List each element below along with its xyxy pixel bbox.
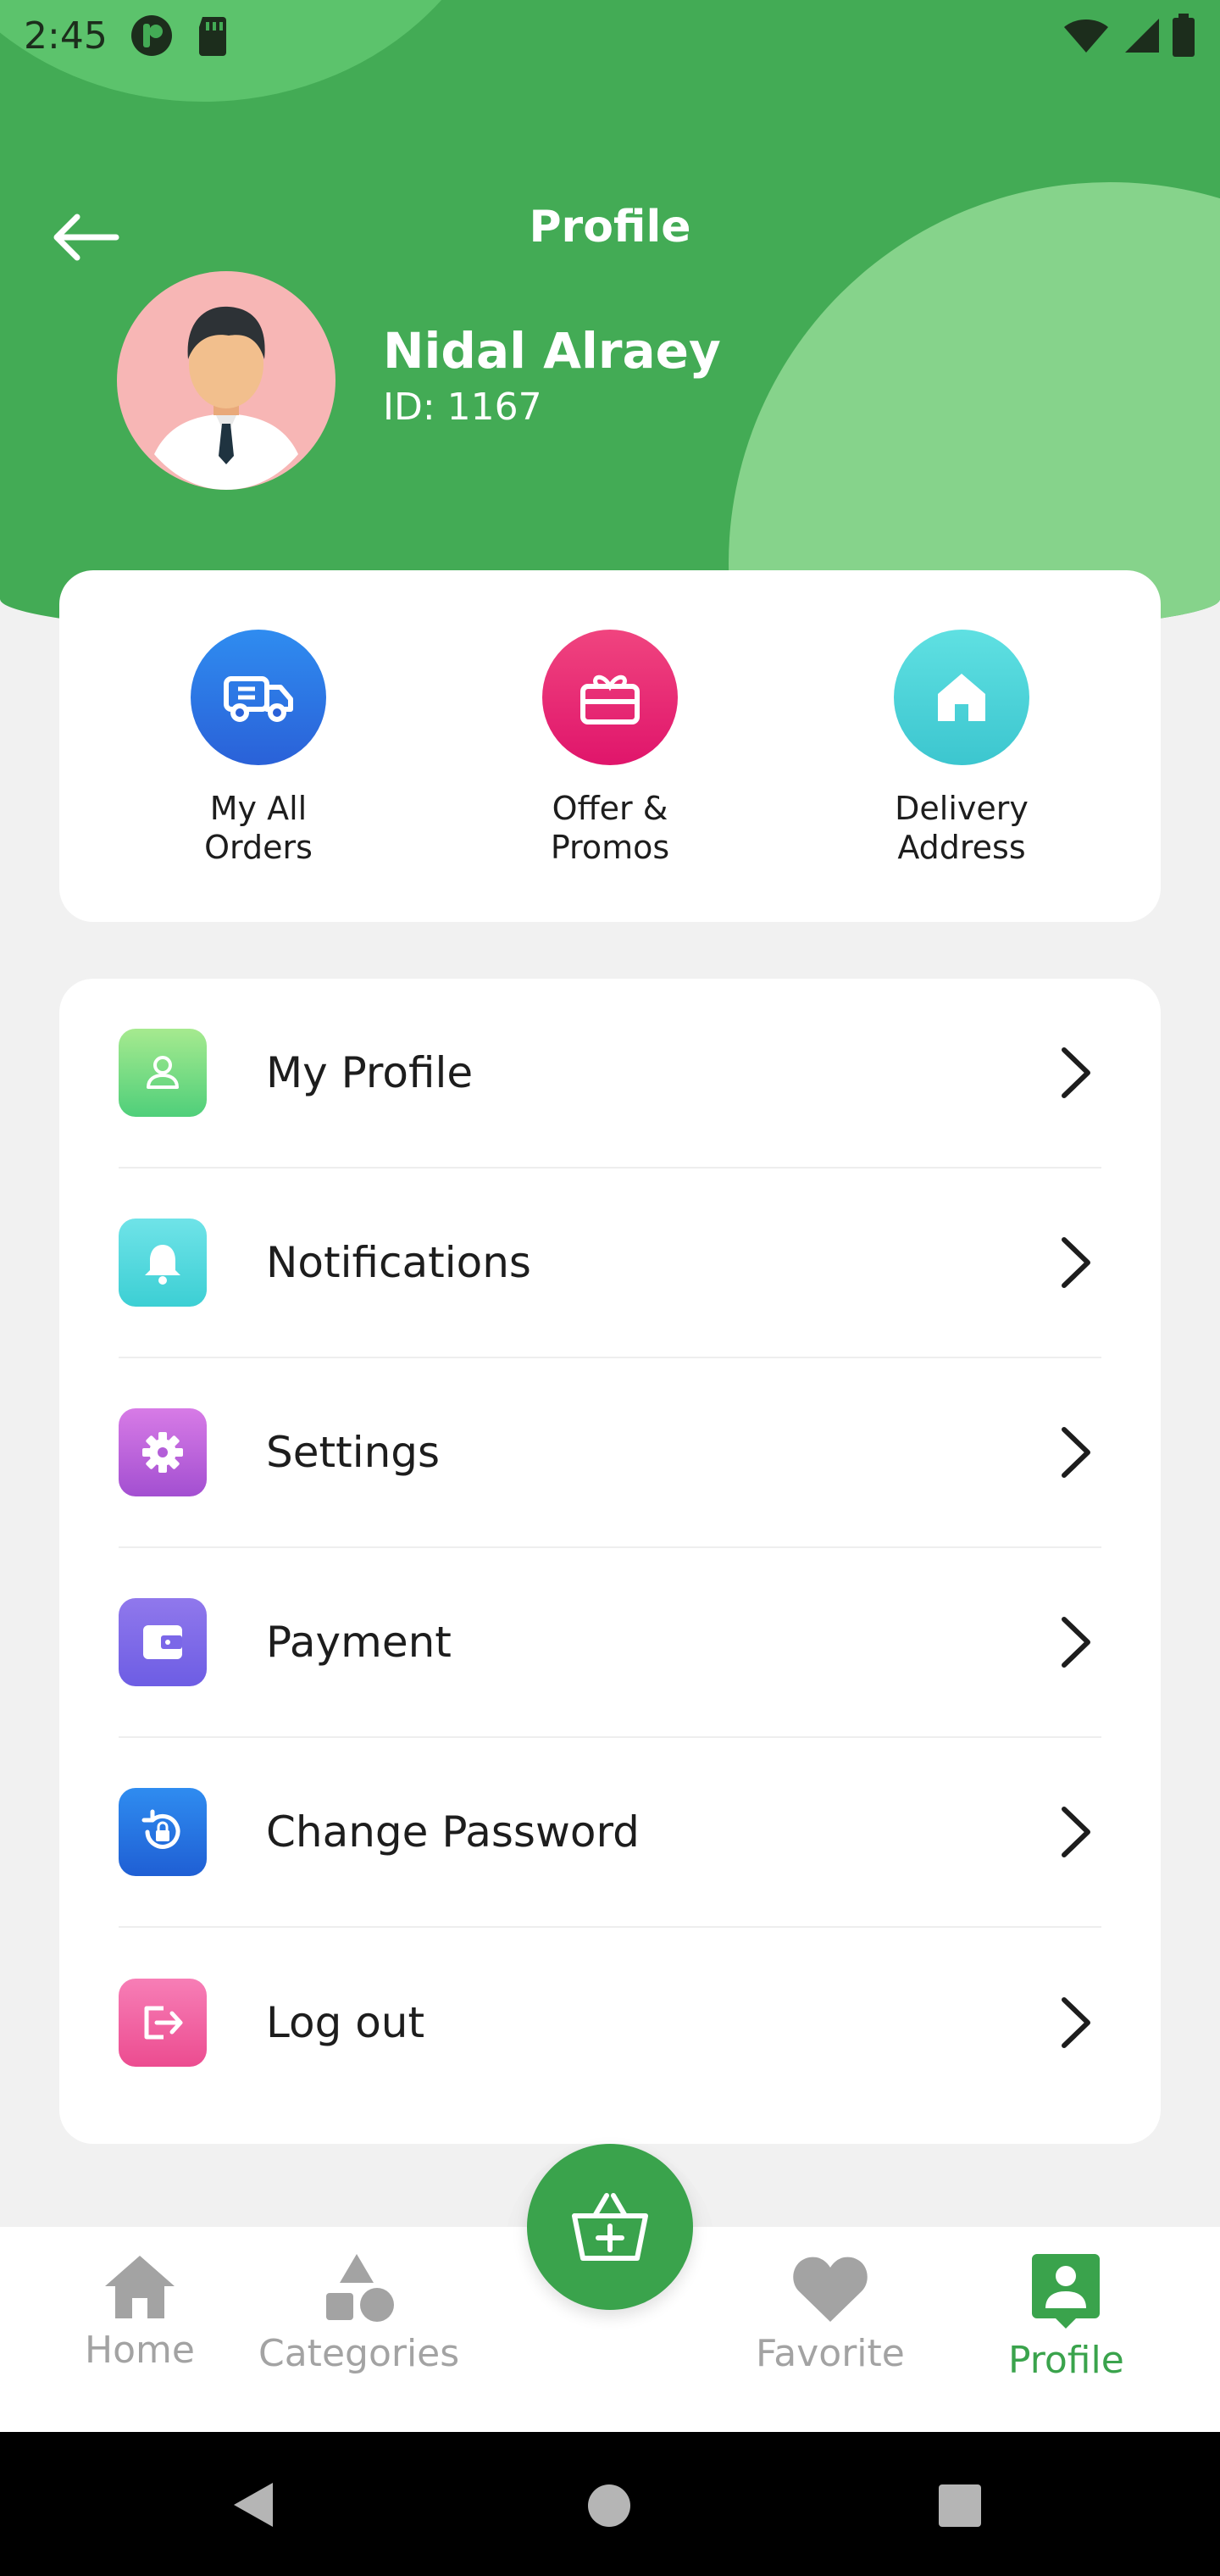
home-circle-icon[interactable]: [586, 2483, 632, 2529]
profile-menu-card: My Profile Notifications Settings Paymen…: [59, 979, 1161, 2144]
quick-action-label: My All Orders: [204, 790, 313, 866]
heart-icon: [793, 2257, 868, 2322]
gift-card-icon: [580, 675, 640, 724]
menu-item-label: Payment: [266, 1618, 452, 1667]
orders-icon-circle: [191, 630, 326, 765]
menu-item-label: Settings: [266, 1428, 441, 1477]
top-app-bar: Profile: [0, 178, 1220, 280]
promos-icon-circle: [542, 630, 678, 765]
lock-reset-icon: [141, 1809, 180, 1849]
nav-item-categories[interactable]: Categories: [258, 2252, 459, 2375]
app-notification-icon: [130, 15, 172, 56]
menu-item-payment[interactable]: Payment: [119, 1548, 1101, 1738]
status-time: 2:45: [24, 14, 108, 58]
logout-icon: [144, 2006, 183, 2040]
home-icon: [938, 674, 985, 721]
menu-item-label: Change Password: [266, 1807, 640, 1857]
recents-square-icon[interactable]: [937, 2483, 983, 2529]
chevron-right-icon: [1051, 1418, 1101, 1486]
signal-icon: [1125, 19, 1159, 53]
profile-icon: [1032, 2254, 1101, 2329]
nav-item-profile[interactable]: Profile: [1008, 2252, 1124, 2382]
menu-item-label: Notifications: [266, 1238, 531, 1287]
battery-icon: [1173, 14, 1195, 57]
menu-icon-box: [119, 1219, 207, 1307]
gear-icon: [142, 1432, 183, 1473]
wifi-icon: [1064, 19, 1108, 53]
user-id: ID: 1167: [383, 386, 542, 429]
status-bar: 2:45: [0, 0, 1220, 144]
chevron-right-icon: [1051, 1608, 1101, 1676]
back-triangle-icon[interactable]: [230, 2481, 278, 2529]
quick-action-label: Delivery Address: [895, 790, 1029, 866]
nav-label: Categories: [258, 2332, 460, 2375]
menu-item-change-password[interactable]: Change Password: [119, 1738, 1101, 1928]
page-title: Profile: [529, 202, 691, 253]
chevron-right-icon: [1051, 1039, 1101, 1107]
delivery-address-button[interactable]: Delivery Address: [835, 630, 1089, 922]
sd-card-icon: [198, 17, 226, 56]
user-icon: [147, 1056, 179, 1089]
chevron-right-icon: [1051, 1229, 1101, 1296]
user-name: Nidal Alraey: [383, 322, 721, 380]
quick-action-label: Offer & Promos: [550, 790, 670, 866]
nav-label: Favorite: [756, 2332, 905, 2375]
basket-plus-icon: [572, 2193, 648, 2261]
menu-icon-box: [119, 1029, 207, 1117]
menu-item-my-profile[interactable]: My Profile: [119, 979, 1101, 1169]
truck-icon: [224, 676, 293, 722]
my-all-orders-button[interactable]: My All Orders: [131, 630, 385, 922]
shapes-icon: [325, 2254, 394, 2322]
offer-promos-button[interactable]: Offer & Promos: [483, 630, 737, 922]
menu-item-label: Log out: [266, 1998, 425, 2047]
menu-item-notifications[interactable]: Notifications: [119, 1169, 1101, 1358]
nav-item-favorite[interactable]: Favorite: [756, 2252, 905, 2375]
avatar: [117, 271, 336, 490]
menu-icon-box: [119, 1788, 207, 1876]
bell-icon: [145, 1245, 180, 1285]
cart-fab-button[interactable]: [527, 2144, 693, 2310]
nav-item-home[interactable]: Home: [85, 2252, 195, 2372]
system-navigation-bar: [0, 2432, 1220, 2576]
menu-item-settings[interactable]: Settings: [119, 1358, 1101, 1548]
menu-icon-box: [119, 1979, 207, 2067]
nav-label: Profile: [1008, 2339, 1124, 2382]
menu-icon-box: [119, 1598, 207, 1686]
quick-actions-card: My All Orders Offer & Promos Delivery Ad…: [59, 570, 1161, 922]
menu-icon-box: [119, 1408, 207, 1496]
home-icon: [104, 2256, 175, 2318]
chevron-right-icon: [1051, 1798, 1101, 1866]
nav-label: Home: [85, 2329, 195, 2372]
wallet-icon: [143, 1625, 182, 1659]
menu-item-log-out[interactable]: Log out: [119, 1928, 1101, 2118]
menu-item-label: My Profile: [266, 1048, 474, 1097]
address-icon-circle: [894, 630, 1029, 765]
chevron-right-icon: [1051, 1989, 1101, 2057]
